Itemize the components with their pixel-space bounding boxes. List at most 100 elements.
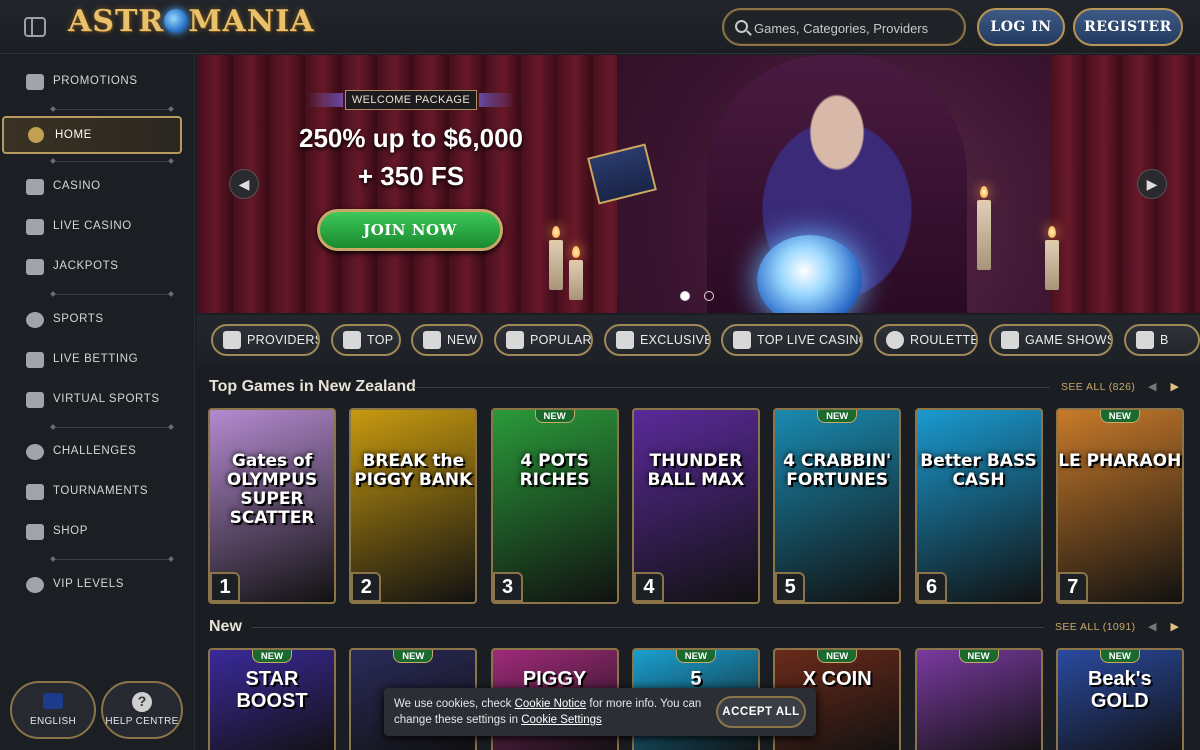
search-box[interactable]: [722, 8, 966, 46]
game-title: X COIN: [802, 668, 872, 690]
rank-badge: 7: [1057, 572, 1088, 602]
sidebar-divider: [53, 161, 171, 162]
category-exclusive[interactable]: EXCLUSIVE: [604, 324, 711, 356]
new-badge: NEW: [1099, 650, 1140, 663]
game-tile[interactable]: LE PHARAOH NEW 7: [1055, 408, 1184, 604]
category-top[interactable]: TOP: [331, 324, 401, 356]
sidebar-item-label: LIVE CASINO: [53, 220, 132, 232]
soccer-ball-icon: [26, 312, 44, 328]
roulette-icon: [886, 331, 904, 349]
wing-right-icon: [479, 93, 515, 107]
sidebar-item-sports[interactable]: SPORTS: [0, 303, 195, 337]
prev-arrow-icon[interactable]: ◀: [1148, 621, 1156, 633]
carousel-prev-icon[interactable]: ◀: [229, 169, 259, 199]
see-all-new-link[interactable]: SEE ALL (1091): [1055, 621, 1136, 633]
game-tile[interactable]: BREAK the PIGGY BANK 2: [349, 408, 478, 604]
register-button[interactable]: REGISTER: [1073, 8, 1183, 46]
game-title: Better BASS CASH: [920, 451, 1037, 490]
carousel-dot-1[interactable]: [680, 291, 690, 301]
rank-badge: 1: [210, 572, 240, 602]
game-tile[interactable]: Better BASS CASH 6: [914, 408, 1043, 604]
help-centre-button[interactable]: ? HELP CENTRE: [101, 681, 183, 739]
logo[interactable]: ASTR MANIA: [68, 4, 314, 39]
virtual-sports-icon: [26, 392, 44, 408]
sidebar-item-jackpots[interactable]: JACKPOTS: [0, 250, 195, 284]
sidebar-item-label: TOURNAMENTS: [53, 485, 149, 497]
prev-arrow-icon[interactable]: ◀: [1148, 381, 1156, 393]
game-tile[interactable]: Gates of OLYMPUS SUPER SCATTER 1: [208, 408, 336, 604]
game-tile[interactable]: Beak's GOLD NEW: [1055, 648, 1184, 750]
category-label: EXCLUSIVE: [640, 333, 711, 347]
offer-subline: + 350 FS: [357, 161, 465, 191]
category-label: POPULAR: [530, 333, 592, 347]
game-tile[interactable]: NEW: [914, 648, 1043, 750]
carousel-next-icon[interactable]: ▶: [1137, 169, 1167, 199]
cookie-notice-link[interactable]: Cookie Notice: [515, 698, 587, 710]
category-providers[interactable]: PROVIDERS: [211, 324, 320, 356]
category-game-shows[interactable]: GAME SHOWS: [989, 324, 1113, 356]
sidebar-item-casino[interactable]: CASINO: [0, 170, 195, 204]
sidebar-item-shop[interactable]: SHOP: [0, 515, 195, 549]
game-tile[interactable]: 4 CRABBIN' FORTUNES NEW 5: [773, 408, 902, 604]
sidebar-item-promotions[interactable]: PROMOTIONS: [0, 65, 195, 99]
sidebar-toggle-icon[interactable]: [24, 17, 46, 37]
sidebar-divider: [53, 109, 171, 110]
sidebar-item-tournaments[interactable]: TOURNAMENTS: [0, 475, 195, 509]
sidebar-divider: [53, 427, 171, 428]
sidebar-item-label: JACKPOTS: [53, 260, 119, 272]
login-button[interactable]: LOG IN: [977, 8, 1065, 46]
accept-all-button[interactable]: ACCEPT ALL: [716, 696, 806, 728]
cookie-settings-link[interactable]: Cookie Settings: [521, 714, 602, 726]
sidebar-item-challenges[interactable]: CHALLENGES: [0, 435, 195, 469]
new-badge: NEW: [393, 650, 434, 663]
trophy-icon: [343, 331, 361, 349]
see-all-top-games-link[interactable]: SEE ALL (826): [1061, 381, 1135, 393]
sidebar-item-label: HOME: [55, 129, 92, 141]
language-button[interactable]: ENGLISH: [10, 681, 96, 739]
category-more[interactable]: B: [1124, 324, 1200, 356]
sidebar-item-live-betting[interactable]: LIVE BETTING: [0, 343, 195, 377]
rank-badge: 6: [916, 572, 947, 602]
category-label: B: [1160, 333, 1169, 347]
game-title: PIGGY: [522, 668, 587, 690]
sidebar-item-home[interactable]: HOME: [2, 116, 182, 154]
section-title-top-games: Top Games in New Zealand: [209, 378, 416, 395]
hero-banner[interactable]: WELCOME PACKAGE 250% up to $6,000 + 350 …: [197, 55, 1200, 313]
candle-icon: [549, 226, 563, 290]
sidebar-divider: [53, 559, 171, 560]
search-input[interactable]: [754, 17, 954, 39]
sidebar-item-live-casino[interactable]: LIVE CASINO: [0, 210, 195, 244]
sidebar-item-label: CASINO: [53, 180, 101, 192]
carousel-dot-2[interactable]: [704, 291, 714, 301]
next-arrow-icon[interactable]: ▶: [1170, 381, 1178, 393]
sidebar-item-virtual-sports[interactable]: VIRTUAL SPORTS: [0, 383, 195, 417]
sidebar-item-vip-levels[interactable]: VIP LEVELS: [0, 568, 195, 602]
category-popular[interactable]: POPULAR: [494, 324, 593, 356]
game-tile[interactable]: STAR BOOST NEW: [208, 648, 336, 750]
nz-flag-icon: [43, 693, 63, 709]
game-tile[interactable]: THUNDER BALL MAX 4: [631, 408, 760, 604]
sidebar-item-label: PROMOTIONS: [53, 75, 138, 87]
category-new[interactable]: NEW: [411, 324, 483, 356]
curtain-right: [1050, 55, 1200, 313]
top-games-pager: ◀ ▶: [1148, 380, 1179, 393]
language-label: ENGLISH: [29, 716, 76, 727]
sidebar-item-label: SPORTS: [53, 313, 104, 325]
planet-icon: [164, 9, 189, 33]
home-icon: [28, 127, 44, 143]
new-badge: NEW: [534, 410, 575, 423]
category-roulette[interactable]: ROULETTE: [874, 324, 978, 356]
gift-icon: [26, 74, 44, 90]
join-now-button[interactable]: JOIN NOW: [317, 209, 503, 251]
wing-left-icon: [307, 93, 343, 107]
category-top-live-casino[interactable]: TOP LIVE CASINO: [721, 324, 863, 356]
rank-badge: 5: [775, 572, 806, 602]
lightning-icon: [423, 331, 441, 349]
new-badge: NEW: [675, 650, 716, 663]
more-icon: [1136, 331, 1154, 349]
slot-machine-icon: [26, 179, 44, 195]
game-tile[interactable]: 4 POTS RICHES NEW 3: [490, 408, 619, 604]
candle-icon: [1045, 226, 1059, 290]
next-arrow-icon[interactable]: ▶: [1170, 621, 1178, 633]
sidebar-item-label: VIP LEVELS: [53, 578, 124, 590]
